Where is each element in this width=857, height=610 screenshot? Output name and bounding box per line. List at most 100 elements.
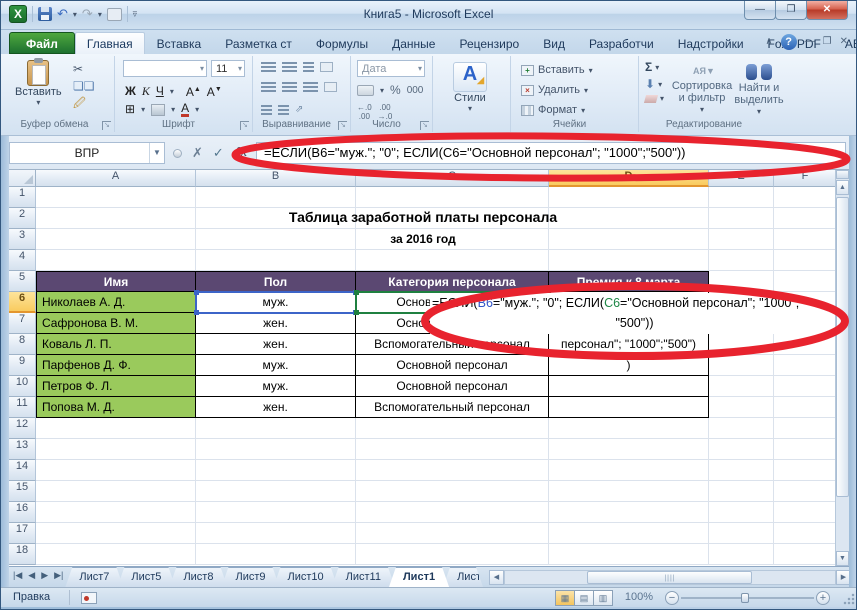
grid-cell-F15[interactable] xyxy=(774,481,837,502)
grid-cell-F1[interactable] xyxy=(774,187,837,208)
grid-cell-F13[interactable] xyxy=(774,439,837,460)
row-header-15[interactable]: 15 xyxy=(9,481,36,502)
grid-cell-B5[interactable]: Пол xyxy=(196,271,356,292)
page-break-view-icon[interactable]: ▥ xyxy=(593,590,613,606)
zoom-in-icon[interactable]: + xyxy=(816,591,830,605)
grid-cell-D11[interactable] xyxy=(549,397,709,418)
grid-cell-F2[interactable] xyxy=(774,208,837,229)
grid-cell-A14[interactable] xyxy=(36,460,196,481)
format-painter-icon[interactable]: 🖉 xyxy=(73,96,95,110)
grid-cell-F10[interactable] xyxy=(774,376,837,397)
formula-input[interactable]: =ЕСЛИ(B6="муж."; "0"; ЕСЛИ(C6="Основной … xyxy=(256,142,846,164)
sheet-tab-лист1[interactable]: Лист1 xyxy=(389,567,449,587)
font-color-dropdown-icon[interactable]: ▾ xyxy=(195,105,199,114)
ribbon-tab-главная[interactable]: Главная xyxy=(75,32,145,54)
grid-cell-D18[interactable] xyxy=(549,544,709,565)
cells-insert-button[interactable]: Вставить▾ xyxy=(521,62,593,78)
grid-cell-F16[interactable] xyxy=(774,502,837,523)
grid-cell-E14[interactable] xyxy=(709,460,774,481)
grid-cell-D16[interactable] xyxy=(549,502,709,523)
fill-color-button[interactable] xyxy=(151,104,165,116)
zoom-thumb[interactable] xyxy=(741,593,749,603)
grid-cell-E11[interactable] xyxy=(709,397,774,418)
accounting-dropdown-icon[interactable]: ▾ xyxy=(380,86,384,95)
cut-icon[interactable]: ✂ xyxy=(73,62,95,76)
grid-cell-A18[interactable] xyxy=(36,544,196,565)
accounting-format-icon[interactable] xyxy=(357,85,374,96)
grid-cell-C17[interactable] xyxy=(356,523,549,544)
sheet-tab-лист10[interactable]: Лист10 xyxy=(274,567,338,587)
font-dialog-launcher-icon[interactable]: ↘ xyxy=(240,121,249,130)
grid-cell-B17[interactable] xyxy=(196,523,356,544)
grid-cell-F11[interactable] xyxy=(774,397,837,418)
grid-cell-B6[interactable]: муж. xyxy=(196,292,356,313)
grid-cell-A12[interactable] xyxy=(36,418,196,439)
bold-button[interactable]: Ж xyxy=(125,84,136,99)
grid-cell-D14[interactable] xyxy=(549,460,709,481)
ribbon-tab-вид[interactable]: Вид xyxy=(531,32,577,54)
grid-cell-C8[interactable]: Вспомогательный персонал xyxy=(356,334,549,355)
alignment-dialog-launcher-icon[interactable]: ↘ xyxy=(338,121,347,130)
grid-cell-F8[interactable] xyxy=(774,334,837,355)
grid-cell-D15[interactable] xyxy=(549,481,709,502)
grid-cell-F18[interactable] xyxy=(774,544,837,565)
grid-cell-D1[interactable] xyxy=(549,187,709,208)
grid-cell-E9[interactable] xyxy=(709,355,774,376)
grow-font-button[interactable]: А▲ xyxy=(186,82,201,100)
comma-style-button[interactable]: 000 xyxy=(407,83,424,98)
grid-cell-B1[interactable] xyxy=(196,187,356,208)
align-bottom-icon[interactable] xyxy=(303,62,314,72)
grid-cell-E16[interactable] xyxy=(709,502,774,523)
grid-cell-A1[interactable] xyxy=(36,187,196,208)
align-middle-icon[interactable] xyxy=(282,62,297,72)
grid-cell-A15[interactable] xyxy=(36,481,196,502)
grid-cell-D13[interactable] xyxy=(549,439,709,460)
grid-cell-E2[interactable] xyxy=(709,208,774,229)
grid-cell-C12[interactable] xyxy=(356,418,549,439)
grid-cell-E17[interactable] xyxy=(709,523,774,544)
grid-cell-B11[interactable]: жен. xyxy=(196,397,356,418)
number-dialog-launcher-icon[interactable]: ↘ xyxy=(420,121,429,130)
borders-button[interactable]: ⊞ xyxy=(125,102,135,117)
sheet-tab-лист-clipped[interactable]: Лист xyxy=(443,567,483,587)
grid-cell-B14[interactable] xyxy=(196,460,356,481)
resize-grip[interactable] xyxy=(843,593,855,605)
hscroll-left-icon[interactable]: ◀ xyxy=(489,570,504,585)
ribbon-tab-файл[interactable]: Файл xyxy=(9,32,75,54)
align-center-icon[interactable] xyxy=(282,82,297,92)
prev-sheet-icon[interactable]: ◀ xyxy=(26,570,37,581)
grid-cell-D12[interactable] xyxy=(549,418,709,439)
scroll-down-icon[interactable]: ▼ xyxy=(836,551,849,566)
decrease-indent-icon[interactable] xyxy=(261,105,272,115)
grid-cell-A13[interactable] xyxy=(36,439,196,460)
help-icon[interactable]: ? xyxy=(781,34,797,50)
merge-center-icon[interactable] xyxy=(324,82,337,92)
fill-color-dropdown-icon[interactable]: ▾ xyxy=(171,105,175,114)
grid-cell-E5[interactable] xyxy=(709,271,774,292)
row-header-1[interactable]: 1 xyxy=(9,187,36,208)
workbook-restore-icon[interactable]: ❐ xyxy=(823,34,832,50)
row-header-2[interactable]: 2 xyxy=(9,208,36,229)
collapse-ribbon-icon[interactable]: ∧ xyxy=(765,34,772,50)
zoom-out-icon[interactable]: − xyxy=(665,591,679,605)
styles-button[interactable]: А Стили ▾ xyxy=(453,62,487,113)
grid-cell-B13[interactable] xyxy=(196,439,356,460)
clipboard-dialog-launcher-icon[interactable]: ↘ xyxy=(102,121,111,130)
grid-cell-A6[interactable]: Николаев А. Д. xyxy=(36,292,196,313)
autosum-button[interactable]: Σ xyxy=(645,60,652,74)
orientation-icon[interactable] xyxy=(320,62,333,72)
normal-view-icon[interactable]: ▦ xyxy=(555,590,575,606)
row-header-18[interactable]: 18 xyxy=(9,544,36,565)
grid-cell-B10[interactable]: муж. xyxy=(196,376,356,397)
ribbon-tab-данные[interactable]: Данные xyxy=(380,32,447,54)
sheet-tab-лист9[interactable]: Лист9 xyxy=(221,567,279,587)
grid-cell-C1[interactable] xyxy=(356,187,549,208)
grid-cell-D8[interactable]: персонал"; "1000";"500") xyxy=(549,334,709,355)
name-box-dropdown-icon[interactable]: ▼ xyxy=(149,143,164,163)
column-header-A[interactable]: A xyxy=(36,170,196,187)
grid-cell-E15[interactable] xyxy=(709,481,774,502)
column-header-E[interactable]: E xyxy=(709,170,774,187)
grid-cell-A5[interactable]: Имя xyxy=(36,271,196,292)
sheet-tab-лист11[interactable]: Лист11 xyxy=(332,567,395,587)
grid-cell-C5[interactable]: Категория персонала xyxy=(356,271,549,292)
